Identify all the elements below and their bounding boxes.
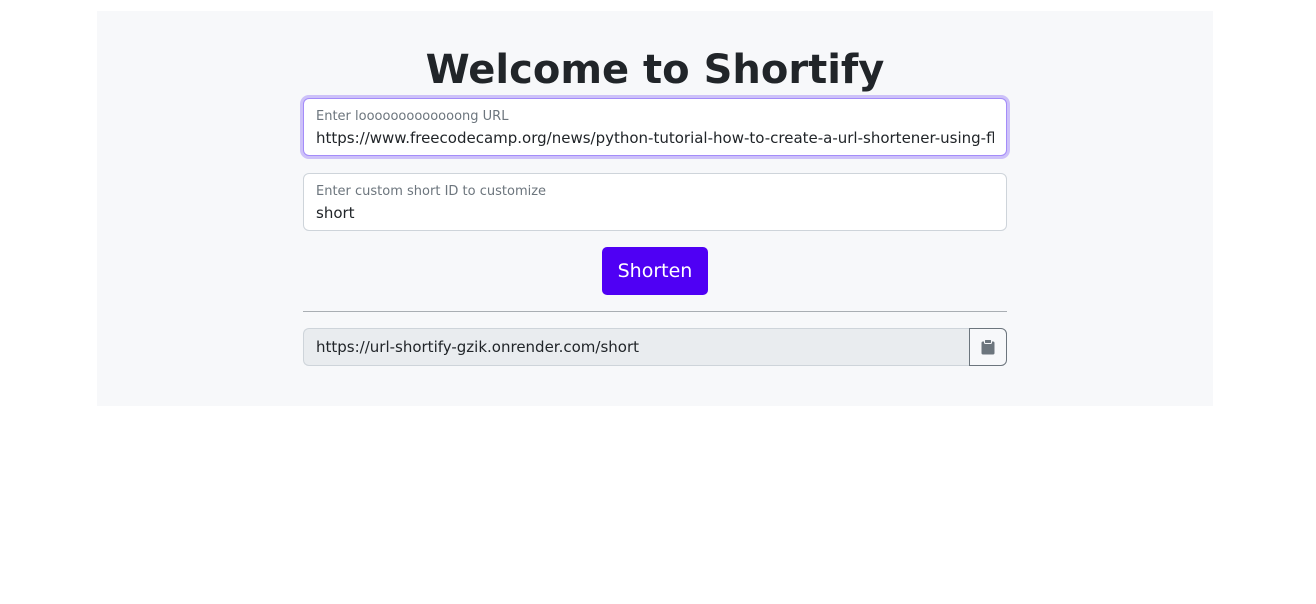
divider	[303, 311, 1007, 312]
custom-id-label: Enter custom short ID to customize	[316, 184, 547, 199]
clipboard-icon	[981, 339, 995, 355]
shorten-button[interactable]: Shorten	[602, 247, 708, 295]
custom-id-input[interactable]	[316, 202, 994, 224]
short-url-output[interactable]	[303, 328, 970, 366]
long-url-input[interactable]	[316, 127, 994, 149]
result-group	[303, 328, 1007, 366]
copy-button[interactable]	[969, 328, 1007, 366]
main-card: Welcome to Shortify Enter looooooooooooo…	[97, 11, 1213, 406]
page-title: Welcome to Shortify	[425, 47, 885, 93]
long-url-field[interactable]: Enter looooooooooooong URL	[303, 98, 1007, 156]
long-url-label: Enter looooooooooooong URL	[316, 109, 509, 124]
custom-id-field[interactable]: Enter custom short ID to customize	[303, 173, 1007, 231]
